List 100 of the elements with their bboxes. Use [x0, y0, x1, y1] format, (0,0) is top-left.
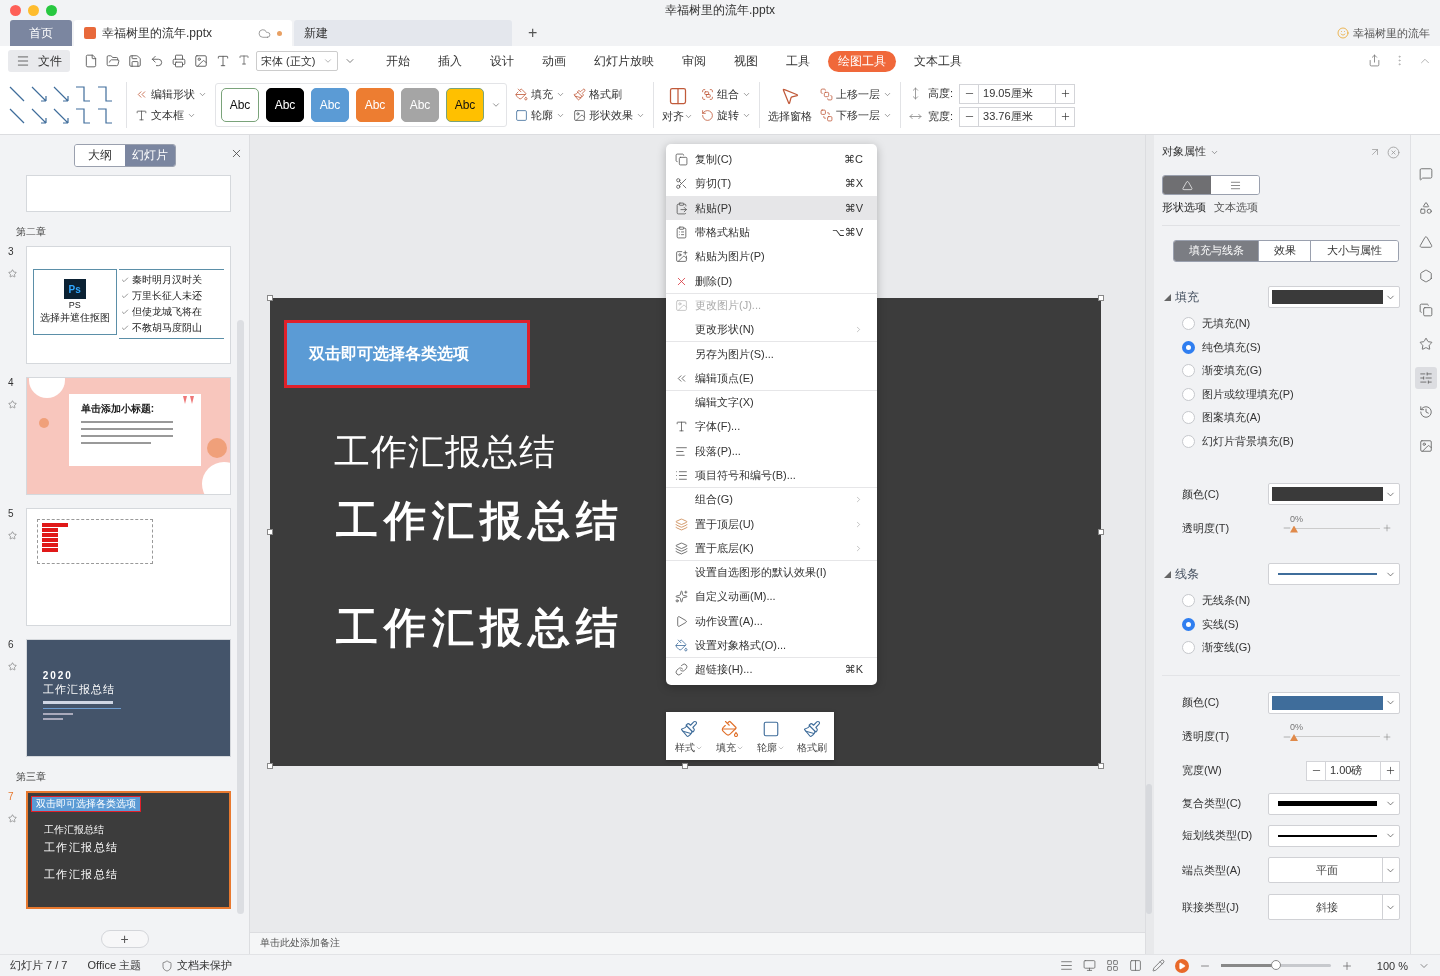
menu-item[interactable]: 删除(D) [666, 268, 877, 293]
menu-item[interactable]: 自定义动画(M)... [666, 584, 877, 609]
menu-item[interactable]: 另存为图片(S)... [666, 341, 877, 366]
radio-label[interactable]: 渐变填充(G) [1202, 363, 1262, 379]
thumb-text: 工作汇报总结 [43, 823, 104, 837]
section-header[interactable]: 线条 [1164, 565, 1199, 583]
type-select[interactable]: 平面 [1268, 857, 1400, 883]
theme-name[interactable]: Office 主题 [87, 958, 142, 973]
menu-tab[interactable]: 设计 [480, 50, 524, 72]
shape-effect-button[interactable]: 形状效果 [573, 108, 645, 123]
menu-item[interactable]: 复制(C) ⌘C [666, 147, 877, 172]
panel-title[interactable]: 对象属性 [1162, 145, 1206, 159]
document-tab[interactable]: 首页 [10, 20, 72, 46]
edit-shape-button[interactable]: 编辑形状 [135, 87, 207, 102]
option-label[interactable]: 文本选项 [1214, 201, 1258, 215]
slide-text[interactable]: 工作汇报总结 [336, 600, 624, 656]
property-tab[interactable]: 效果 [1258, 241, 1310, 261]
section-label[interactable]: 第三章 [16, 770, 231, 784]
size-field[interactable]: 19.05厘米 [959, 83, 1076, 104]
font-select[interactable]: 宋体 (正文) [256, 51, 338, 71]
thumb-text: 选择并遮住抠图 [39, 311, 110, 325]
menu-tab[interactable]: 动画 [532, 50, 576, 72]
menu-item[interactable]: 项目符号和编号(B)... [666, 462, 877, 488]
menu-item[interactable]: 粘贴(P) ⌘V [666, 195, 877, 220]
new-tab-button[interactable]: + [514, 20, 552, 46]
mini-toolbar-button[interactable]: 样式 [668, 714, 709, 758]
menu-item[interactable]: 编辑文字(X) [666, 389, 877, 415]
menu-item[interactable]: 编辑顶点(E) [666, 365, 877, 390]
shape-style[interactable]: Abc [221, 88, 259, 122]
section-header[interactable]: 填充 [1164, 288, 1199, 306]
mini-toolbar-button[interactable]: 轮廓 [750, 714, 791, 758]
bring-forward-button[interactable]: 上移一层 [820, 87, 892, 102]
menu-tab[interactable]: 审阅 [672, 50, 716, 72]
radio-label[interactable]: 幻灯片背景填充(B) [1202, 433, 1294, 449]
document-tab[interactable]: 幸福树里的流年.pptx [74, 20, 292, 46]
slide-thumbnail[interactable]: 双击即可选择各类选项 工作汇报总结 工作汇报总结 工作汇报总结 [25, 791, 231, 909]
type-select[interactable]: 斜接 [1268, 894, 1400, 920]
rotate-button[interactable]: 旋转 [701, 108, 751, 123]
width-field[interactable]: 1.00磅 [1306, 760, 1400, 781]
mini-toolbar-button[interactable]: 填充 [709, 714, 750, 758]
menu-tab[interactable]: 开始 [376, 50, 420, 72]
menu-item[interactable]: 超链接(H)... ⌘K [666, 657, 877, 682]
radio-label[interactable]: 图案填充(A) [1202, 410, 1261, 426]
shape-style[interactable]: Abc [446, 88, 484, 122]
text-box-button[interactable]: 文本框 [135, 108, 207, 123]
menu-item[interactable]: 设置对象格式(O)... [666, 632, 877, 658]
menu-tab[interactable]: 插入 [428, 50, 472, 72]
menu-item[interactable]: 设置自选图形的默认效果(I) [666, 560, 877, 585]
menu-item[interactable]: 置于底层(K) [666, 535, 877, 561]
slide-thumbnail[interactable]: 2020 工作汇报总结 [25, 639, 231, 757]
menu-item[interactable]: 组合(G) [666, 487, 877, 512]
fill-button[interactable]: 填充 [515, 87, 565, 102]
menu-item[interactable]: 带格式粘贴 ⌥⌘V [666, 219, 877, 245]
menu-item[interactable]: 置于顶层(U) [666, 511, 877, 536]
menu-tab[interactable]: 工具 [776, 50, 820, 72]
menu-tab[interactable]: 幻灯片放映 [584, 50, 664, 72]
align-button[interactable]: 对齐 [662, 86, 693, 124]
mini-toolbar-button[interactable]: 格式刷 [791, 714, 832, 758]
slide-text[interactable]: 工作汇报总结 [336, 493, 624, 549]
menu-item[interactable]: 段落(P)... [666, 438, 877, 463]
slider-reading: 0% [1290, 722, 1303, 732]
panel-tab[interactable]: 大纲 [74, 144, 125, 166]
menu-item[interactable]: 动作设置(A)... [666, 608, 877, 633]
selection-pane-button[interactable]: 选择窗格 [768, 86, 812, 124]
size-field[interactable]: 33.76厘米 [959, 106, 1076, 127]
radio-label[interactable]: 渐变线(G) [1202, 640, 1251, 656]
thumb-text: 工作汇报总结 [43, 840, 119, 855]
menu-item[interactable]: 字体(F)... [666, 414, 877, 439]
section-label[interactable]: 第二章 [16, 225, 231, 239]
radio-label[interactable]: 图片或纹理填充(P) [1202, 386, 1294, 402]
menu-item[interactable]: 粘贴为图片(P) [666, 244, 877, 269]
property-tab[interactable]: 大小与属性 [1310, 241, 1398, 261]
add-slide-button[interactable]: + [100, 930, 149, 948]
radio-label[interactable]: 纯色填充(S) [1202, 339, 1261, 355]
radio-label[interactable]: 无线条(N) [1202, 593, 1251, 609]
slide-thumbnail[interactable]: 单击添加小标题: [25, 377, 231, 495]
radio-label[interactable]: 无填充(N) [1202, 316, 1251, 332]
menu-item[interactable]: 剪切(T) ⌘X [666, 171, 877, 196]
protection-status[interactable]: 文档未保护 [161, 958, 233, 973]
radio-label[interactable]: 实线(S) [1202, 616, 1239, 632]
document-tab[interactable]: 新建 [294, 20, 512, 46]
shape-style[interactable]: Abc [266, 88, 304, 122]
format-painter-button[interactable]: 格式刷 [573, 87, 645, 102]
notes-placeholder[interactable]: 单击此处添加备注 [260, 937, 340, 948]
menu-tab[interactable]: 文本工具 [904, 50, 972, 72]
outline-button[interactable]: 轮廓 [515, 108, 565, 123]
thumb-text: 工作汇报总结 [42, 682, 116, 697]
slide-thumbnail[interactable]: Ps PS 选择并遮住抠图 秦时明月汉时关 万里长征人未还 但使龙城飞将在 不教胡马度阴山 [25, 246, 231, 364]
file-menu-button[interactable]: 文件 [8, 50, 70, 72]
group-button[interactable]: 组合 [701, 87, 751, 102]
menu-tab[interactable]: 视图 [724, 50, 768, 72]
zoom-level[interactable]: 100 % [1376, 959, 1408, 972]
option-label[interactable]: 形状选项 [1162, 201, 1206, 215]
property-tab[interactable]: 填充与线条 [1174, 241, 1258, 261]
size-label: 宽度: [928, 109, 954, 124]
panel-tab[interactable]: 幻灯片 [124, 144, 175, 166]
send-backward-button[interactable]: 下移一层 [820, 108, 892, 123]
account-name[interactable]: 幸福树里的流年 [1337, 20, 1440, 46]
menu-item[interactable]: 更改形状(N) [666, 317, 877, 342]
slide-text[interactable]: 工作汇报总结 [334, 428, 556, 477]
